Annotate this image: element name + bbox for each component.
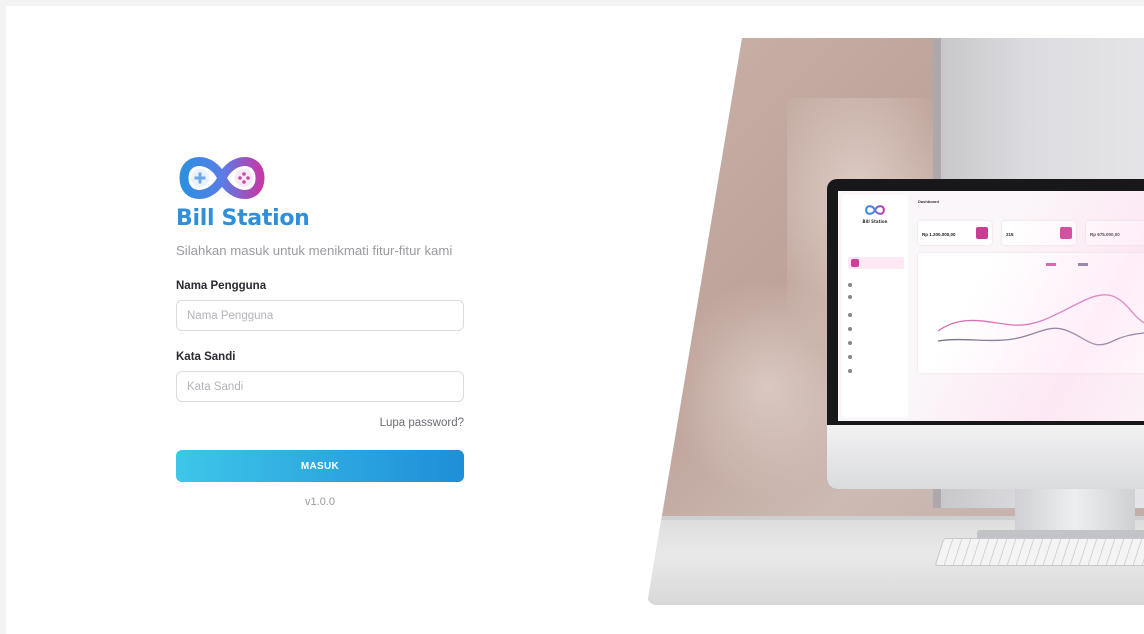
login-form: Bill Station Silahkan masuk untuk menikm… bbox=[176, 148, 472, 508]
screen-glare bbox=[838, 191, 1144, 421]
app-version: v1.0.0 bbox=[305, 496, 335, 508]
login-subtitle: Silahkan masuk untuk menikmati fitur-fit… bbox=[176, 243, 453, 258]
bill-station-logo-icon bbox=[179, 157, 265, 199]
forgot-password-link[interactable]: Lupa password? bbox=[176, 417, 464, 429]
login-button[interactable]: MASUK bbox=[176, 450, 464, 482]
username-label: Nama Pengguna bbox=[176, 280, 267, 292]
login-page: Bill Station Silahkan masuk untuk menikm… bbox=[6, 6, 1144, 634]
password-input[interactable] bbox=[176, 371, 464, 402]
hero-image: Bill Station Dashboard Rp 1.200.000,00 2… bbox=[647, 38, 1144, 605]
brand-name: Bill Station bbox=[176, 206, 310, 231]
monitor-chin bbox=[827, 425, 1144, 489]
password-label: Kata Sandi bbox=[176, 351, 236, 363]
keyboard bbox=[934, 538, 1144, 566]
username-input[interactable] bbox=[176, 300, 464, 331]
